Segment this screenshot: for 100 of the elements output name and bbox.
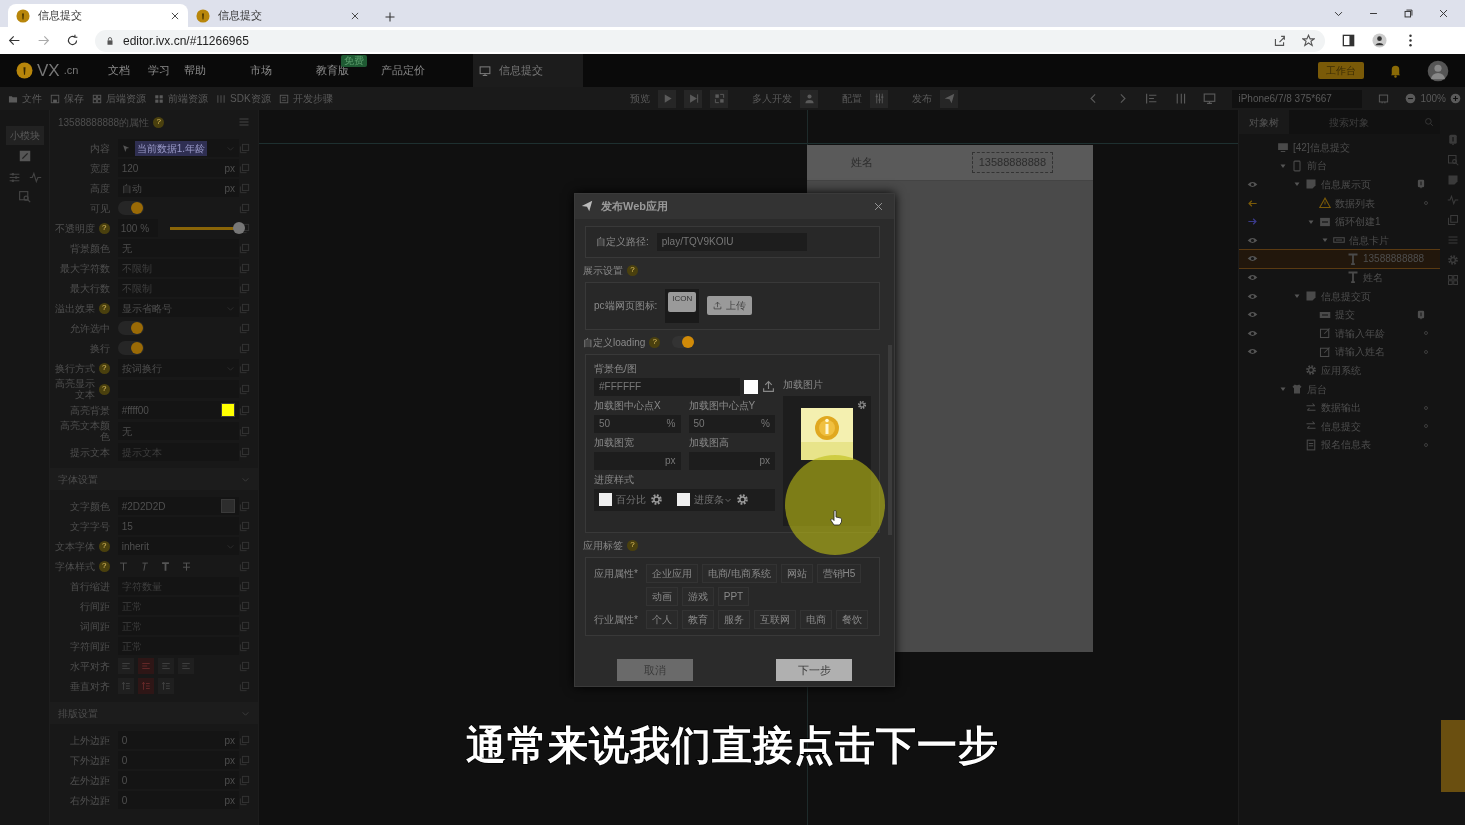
tag-chip[interactable]: 动画 [645, 586, 678, 606]
color-swatch[interactable] [744, 379, 758, 394]
toolbar-button[interactable] [870, 89, 888, 108]
wave-icon[interactable] [28, 171, 42, 184]
help-icon[interactable]: ? [98, 540, 110, 552]
toolbar-button[interactable] [800, 89, 818, 108]
strikethrough-icon[interactable] [180, 560, 192, 572]
grid-icon[interactable] [92, 93, 102, 104]
tag-chip[interactable]: 餐饮 [835, 609, 868, 629]
upload-icon[interactable] [762, 380, 775, 394]
help-icon[interactable]: ? [649, 336, 661, 348]
side-panel-icon[interactable] [1341, 33, 1356, 48]
align-icon[interactable] [1145, 92, 1159, 105]
save-icon[interactable] [50, 93, 60, 104]
tag-chip[interactable]: 网站 [780, 563, 813, 583]
settings-icon[interactable] [736, 493, 749, 507]
share-icon[interactable] [1273, 34, 1286, 47]
tab-title[interactable]: 信息提交 [218, 7, 342, 24]
toggle-switch[interactable] [672, 336, 695, 349]
next-button[interactable]: 下一步 [776, 659, 853, 682]
slider-thumb[interactable] [233, 221, 245, 234]
close-icon[interactable] [1438, 8, 1449, 19]
toggle-switch[interactable] [117, 341, 144, 355]
grid-icon[interactable] [154, 93, 164, 104]
bold-icon[interactable] [159, 560, 171, 572]
tab-title[interactable]: 信息提交 [499, 62, 544, 79]
help-icon[interactable]: ? [627, 264, 638, 276]
search-icon[interactable] [1424, 117, 1434, 127]
help-icon[interactable]: ? [627, 539, 638, 551]
info-icon[interactable] [1416, 179, 1426, 190]
avatar-icon[interactable] [1427, 59, 1449, 82]
input-field[interactable]: px [594, 451, 681, 470]
browser-tab[interactable]: 信息提交 [8, 4, 188, 27]
input-field[interactable]: 50 % [594, 414, 681, 433]
color-field[interactable]: #FFFFFF [594, 377, 740, 396]
reload-icon[interactable] [66, 34, 79, 47]
help-icon[interactable]: ? [98, 362, 110, 374]
toggle-switch[interactable] [117, 321, 144, 335]
columns-icon[interactable] [1174, 92, 1188, 105]
checkbox[interactable] [599, 493, 612, 507]
columns-icon[interactable] [216, 93, 226, 104]
eye-icon[interactable] [1246, 179, 1258, 190]
url-text[interactable]: editor.ivx.cn/#11266965 [123, 31, 249, 50]
color-field[interactable]: #ffff00 [117, 401, 239, 419]
help-icon[interactable]: ? [98, 302, 110, 314]
new-tab-icon[interactable] [384, 11, 396, 23]
color-swatch[interactable] [221, 499, 235, 513]
arrow-right-icon[interactable] [1246, 216, 1258, 228]
menu-item[interactable]: 产品定价 [381, 64, 426, 77]
function-icon[interactable] [1446, 194, 1459, 206]
input-field[interactable] [117, 380, 239, 398]
close-icon[interactable] [873, 200, 884, 212]
arrow-left-icon[interactable] [1246, 197, 1258, 209]
tag-chip[interactable]: 个人 [645, 609, 678, 629]
help-icon[interactable]: ? [98, 383, 110, 395]
text-style-icon[interactable] [117, 560, 129, 572]
align-button[interactable] [157, 678, 174, 694]
menu-item[interactable]: 文档 [108, 64, 131, 77]
input-field[interactable]: px [688, 451, 775, 470]
tag-chip[interactable]: 游戏 [681, 586, 714, 606]
icon-preview[interactable]: ICON [665, 288, 700, 323]
toolbar-button[interactable] [710, 89, 728, 108]
forward-icon[interactable] [37, 34, 50, 47]
select-field[interactable]: inherit [117, 537, 239, 555]
help-icon[interactable]: ? [98, 560, 110, 572]
close-icon[interactable] [350, 10, 360, 21]
steps-icon[interactable] [278, 93, 289, 104]
toggle-switch[interactable] [117, 201, 144, 215]
input-field[interactable]: 50 % [688, 414, 775, 433]
tag-chip[interactable]: 服务 [717, 609, 750, 629]
upload-button[interactable]: 上传 [707, 296, 753, 316]
settings-icon[interactable] [650, 493, 663, 507]
align-button[interactable] [117, 678, 134, 694]
zoom-in-icon[interactable] [1450, 93, 1461, 104]
tag-chip[interactable]: 企业应用 [645, 563, 698, 583]
toolbar-button[interactable] [940, 89, 958, 108]
edit-icon[interactable] [17, 149, 32, 163]
tag-chip[interactable]: 电商 [799, 609, 832, 629]
help-icon[interactable]: ? [153, 116, 165, 128]
align-button[interactable] [177, 658, 194, 674]
tag-chip[interactable]: 营销H5 [816, 563, 862, 583]
toolbar-item[interactable]: 保存 [64, 91, 84, 106]
tree-item[interactable]: 13588888888 [1239, 249, 1440, 269]
tune-icon[interactable] [7, 171, 21, 184]
tab-title[interactable]: 信息提交 [38, 7, 162, 24]
zoom-out-icon[interactable] [1405, 93, 1417, 104]
align-button[interactable] [137, 678, 154, 694]
bookmark-star-icon[interactable] [1302, 34, 1315, 47]
profile-icon[interactable] [1372, 33, 1387, 48]
restore-icon[interactable] [1403, 8, 1414, 19]
tag-chip[interactable]: 互联网 [753, 609, 796, 629]
help-icon[interactable]: ? [98, 222, 110, 234]
page-icon[interactable] [1446, 174, 1459, 186]
toolbar-item[interactable]: 文件 [22, 91, 42, 106]
align-button[interactable] [137, 658, 154, 674]
monitor-icon[interactable] [1203, 92, 1217, 105]
settings-icon[interactable] [857, 399, 867, 410]
device-select[interactable]: iPhone6/7/8 375*667 [1232, 89, 1363, 108]
folder-icon[interactable] [8, 93, 18, 104]
align-button[interactable] [157, 658, 174, 674]
